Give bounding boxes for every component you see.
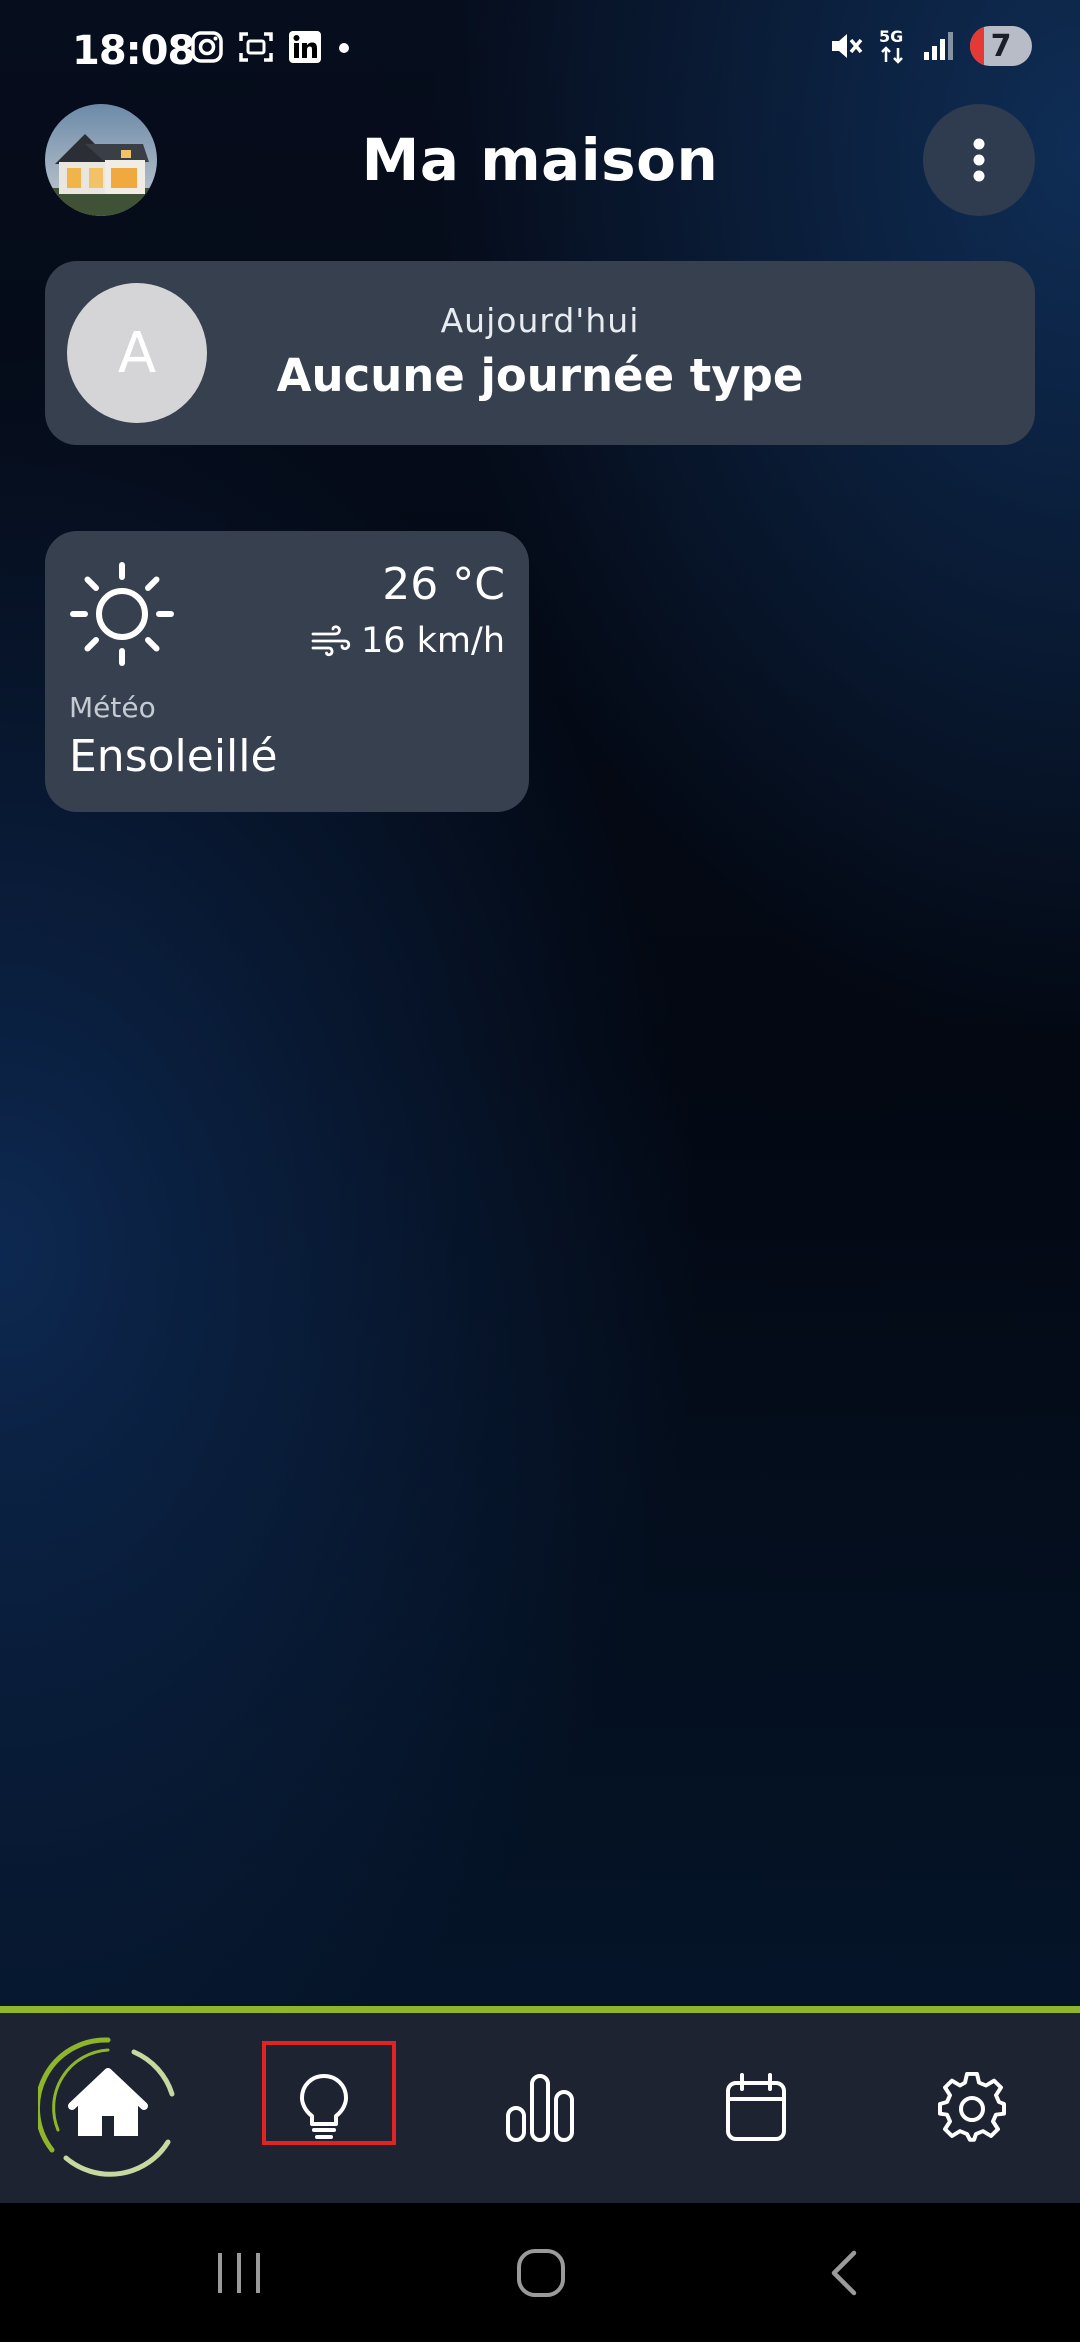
temperature: 26 °C (382, 559, 505, 610)
nav-statistics[interactable] (432, 2013, 648, 2203)
weather-condition: Ensoleillé (69, 731, 278, 782)
status-right-icons: 5G 7 (828, 26, 1032, 66)
calendar-icon (726, 2073, 786, 2141)
weather-label: Météo (69, 691, 156, 724)
bottom-nav (0, 2013, 1080, 2203)
svg-text:5G: 5G (879, 27, 903, 46)
battery-indicator: 7 (970, 26, 1032, 66)
weather-card[interactable]: 26 °C 16 km/h Météo Ensoleillé (45, 531, 529, 812)
status-left-icons (190, 30, 352, 64)
wind-speed: 16 km/h (361, 621, 505, 661)
more-vertical-icon (973, 138, 985, 182)
linkedin-icon (289, 31, 321, 63)
bottom-nav-accent-line (0, 2006, 1080, 2013)
page-title: Ma maison (361, 126, 719, 194)
wind-icon (311, 625, 351, 657)
nav-settings[interactable] (864, 2013, 1080, 2203)
dot-icon (339, 43, 349, 53)
mute-icon (832, 34, 863, 58)
nav-calendar[interactable] (648, 2013, 864, 2203)
gear-icon (938, 2072, 1006, 2142)
recents-icon[interactable] (216, 2251, 262, 2295)
nav-home[interactable] (0, 2013, 216, 2203)
sun-icon (70, 562, 174, 666)
android-navigation-bar (0, 2203, 1080, 2342)
instagram-icon (191, 31, 223, 63)
status-time: 18:08 (72, 28, 195, 74)
bar-chart-icon (506, 2074, 574, 2142)
day-type-value: Aucune journée type (276, 349, 804, 402)
wind-speed-row: 16 km/h (311, 621, 505, 661)
back-icon[interactable] (826, 2249, 860, 2297)
5g-icon: 5G (879, 27, 903, 64)
home-icon (38, 2037, 175, 2177)
today-card[interactable]: A Aujourd'hui Aucune journée type (45, 261, 1035, 445)
home-circle-icon[interactable] (516, 2248, 566, 2298)
more-options-button[interactable] (923, 104, 1035, 216)
today-label: Aujourd'hui (440, 301, 640, 340)
highlight-box (262, 2041, 396, 2145)
signal-icon (924, 32, 953, 60)
scan-icon (239, 32, 273, 62)
